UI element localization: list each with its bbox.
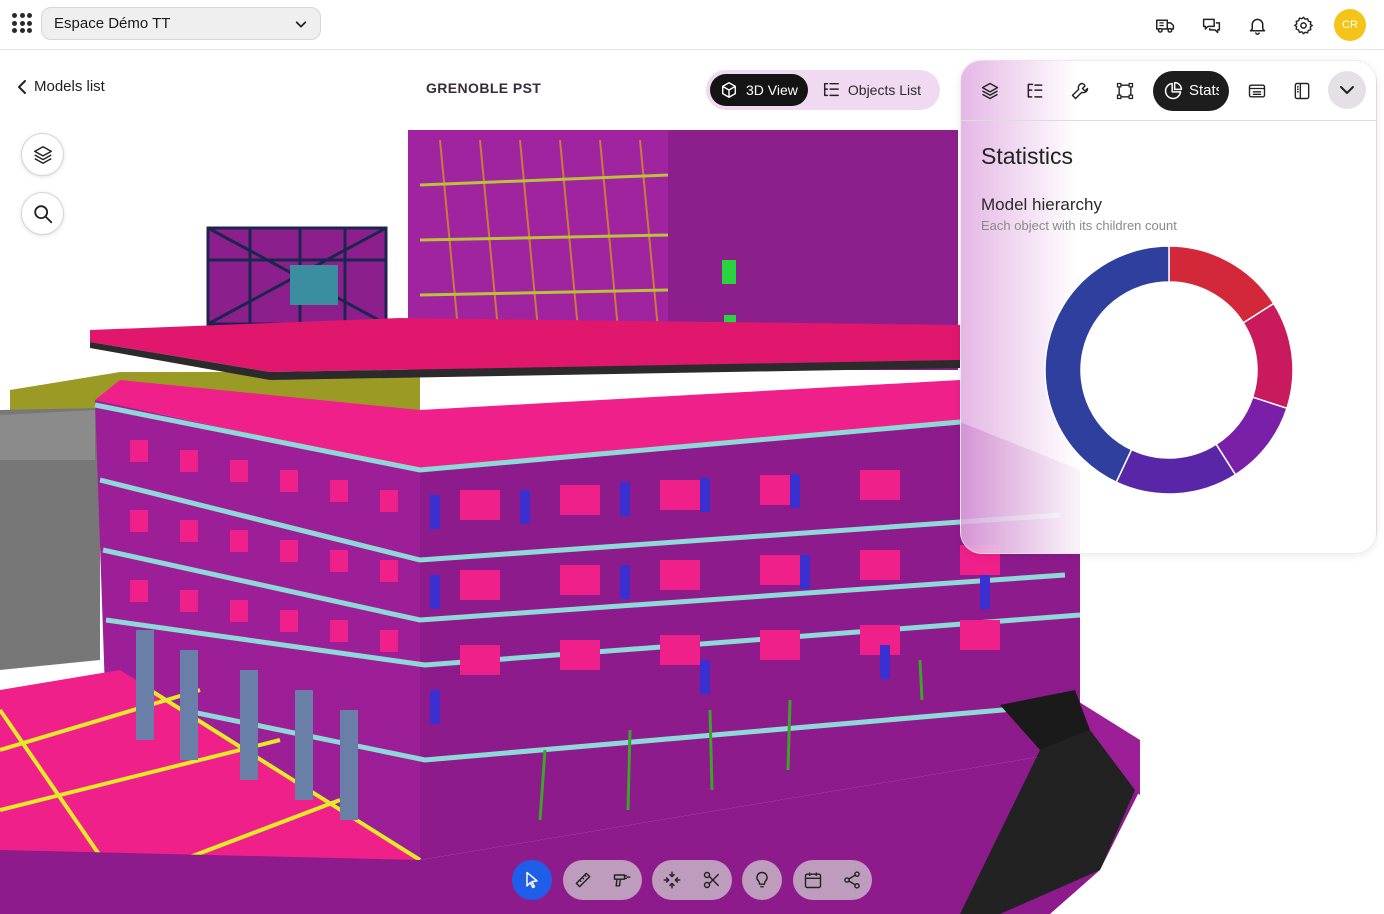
explode-tool-button[interactable]	[654, 862, 690, 898]
avatar[interactable]: CR	[1334, 9, 1366, 41]
donut-slice-2[interactable]	[1242, 302, 1294, 410]
space-selector-label: Espace Démo TT	[54, 15, 171, 32]
layers-button[interactable]	[21, 133, 64, 176]
tree-icon	[1027, 83, 1043, 98]
calendar-icon	[804, 872, 821, 889]
tab-objects-list-label: Objects List	[847, 82, 922, 98]
space-selector[interactable]: Espace Démo TT	[41, 7, 321, 40]
lightbulb-icon	[756, 871, 768, 888]
select-tool-group	[512, 860, 552, 900]
ruler-tool-button[interactable]	[565, 862, 601, 898]
ruler-icon	[575, 872, 591, 888]
panel-split-view-button[interactable]	[1285, 74, 1319, 108]
view-toggle: 3D View Objects List	[706, 70, 940, 110]
bottom-toolbar	[0, 860, 1384, 902]
panel-layers-button[interactable]	[973, 74, 1007, 108]
panel-bounding-box-button[interactable]	[1108, 74, 1142, 108]
donut-slice-5[interactable]	[1044, 245, 1170, 484]
lighting-tool-button[interactable]	[744, 862, 780, 898]
top-bar: Espace Démo TT CR	[0, 0, 1384, 50]
gear-icon[interactable]	[1288, 10, 1318, 40]
split-view-icon	[1294, 82, 1310, 99]
statistics-tab-label: Stats	[1189, 82, 1219, 99]
back-to-models-list-link[interactable]: Models list	[16, 78, 105, 95]
model-title: GRENOBLE PST	[426, 80, 542, 96]
section-tool-group	[652, 860, 732, 900]
panel-statistics-tab[interactable]: Stats	[1153, 70, 1229, 111]
search-button[interactable]	[21, 192, 64, 235]
tab-3d-view-label: 3D View	[746, 82, 798, 98]
model-hierarchy-donut-chart[interactable]	[1043, 244, 1295, 496]
donut-slice-4[interactable]	[1115, 443, 1237, 495]
misc-tool-group	[793, 860, 872, 900]
explode-icon	[663, 871, 681, 889]
bounding-box-icon	[1116, 82, 1134, 99]
light-tool-group	[742, 860, 782, 900]
section-subtitle: Each object with its children count	[981, 218, 1177, 233]
chevron-left-icon	[18, 79, 26, 94]
tab-objects-list[interactable]: Objects List	[812, 74, 931, 106]
chevron-down-icon	[1340, 86, 1354, 94]
window-icon	[1248, 83, 1266, 98]
measure-tool-group	[563, 860, 642, 900]
share-tool-button[interactable]	[834, 862, 870, 898]
panel-collapse-button[interactable]	[1328, 71, 1366, 109]
panel-window-button[interactable]	[1240, 74, 1274, 108]
truck-icon[interactable]	[1150, 10, 1180, 40]
panel-tools-button[interactable]	[1063, 74, 1097, 108]
cut-tool-button[interactable]	[694, 862, 730, 898]
calendar-tool-button[interactable]	[795, 862, 831, 898]
wrench-icon	[1071, 82, 1089, 99]
chevron-down-icon	[295, 20, 307, 27]
scissors-icon	[703, 871, 720, 889]
select-cursor-icon	[526, 871, 538, 889]
share-icon	[844, 871, 861, 889]
apps-grid-icon[interactable]	[12, 13, 32, 33]
donut-slice-1[interactable]	[1168, 245, 1275, 324]
tab-3d-view[interactable]: 3D View	[710, 74, 808, 106]
section-title: Model hierarchy	[981, 195, 1102, 214]
layers-icon	[981, 82, 999, 99]
statistics-panel: Stats Statistics Model hierarchy Each ob…	[960, 60, 1377, 554]
layers-icon	[33, 145, 52, 164]
panel-tree-button[interactable]	[1018, 74, 1052, 108]
tree-list-icon	[823, 82, 839, 97]
drill-icon	[614, 874, 631, 887]
panel-title: Statistics	[981, 143, 1074, 169]
panel-toolbar: Stats	[961, 61, 1376, 121]
bell-icon[interactable]	[1242, 10, 1272, 40]
statistics-icon	[1164, 81, 1183, 99]
chat-icon[interactable]	[1196, 10, 1226, 40]
search-icon	[33, 204, 52, 223]
drill-tool-button[interactable]	[604, 862, 640, 898]
cube-icon	[721, 82, 737, 98]
select-tool-button[interactable]	[512, 860, 552, 900]
back-link-label: Models list	[34, 78, 105, 95]
